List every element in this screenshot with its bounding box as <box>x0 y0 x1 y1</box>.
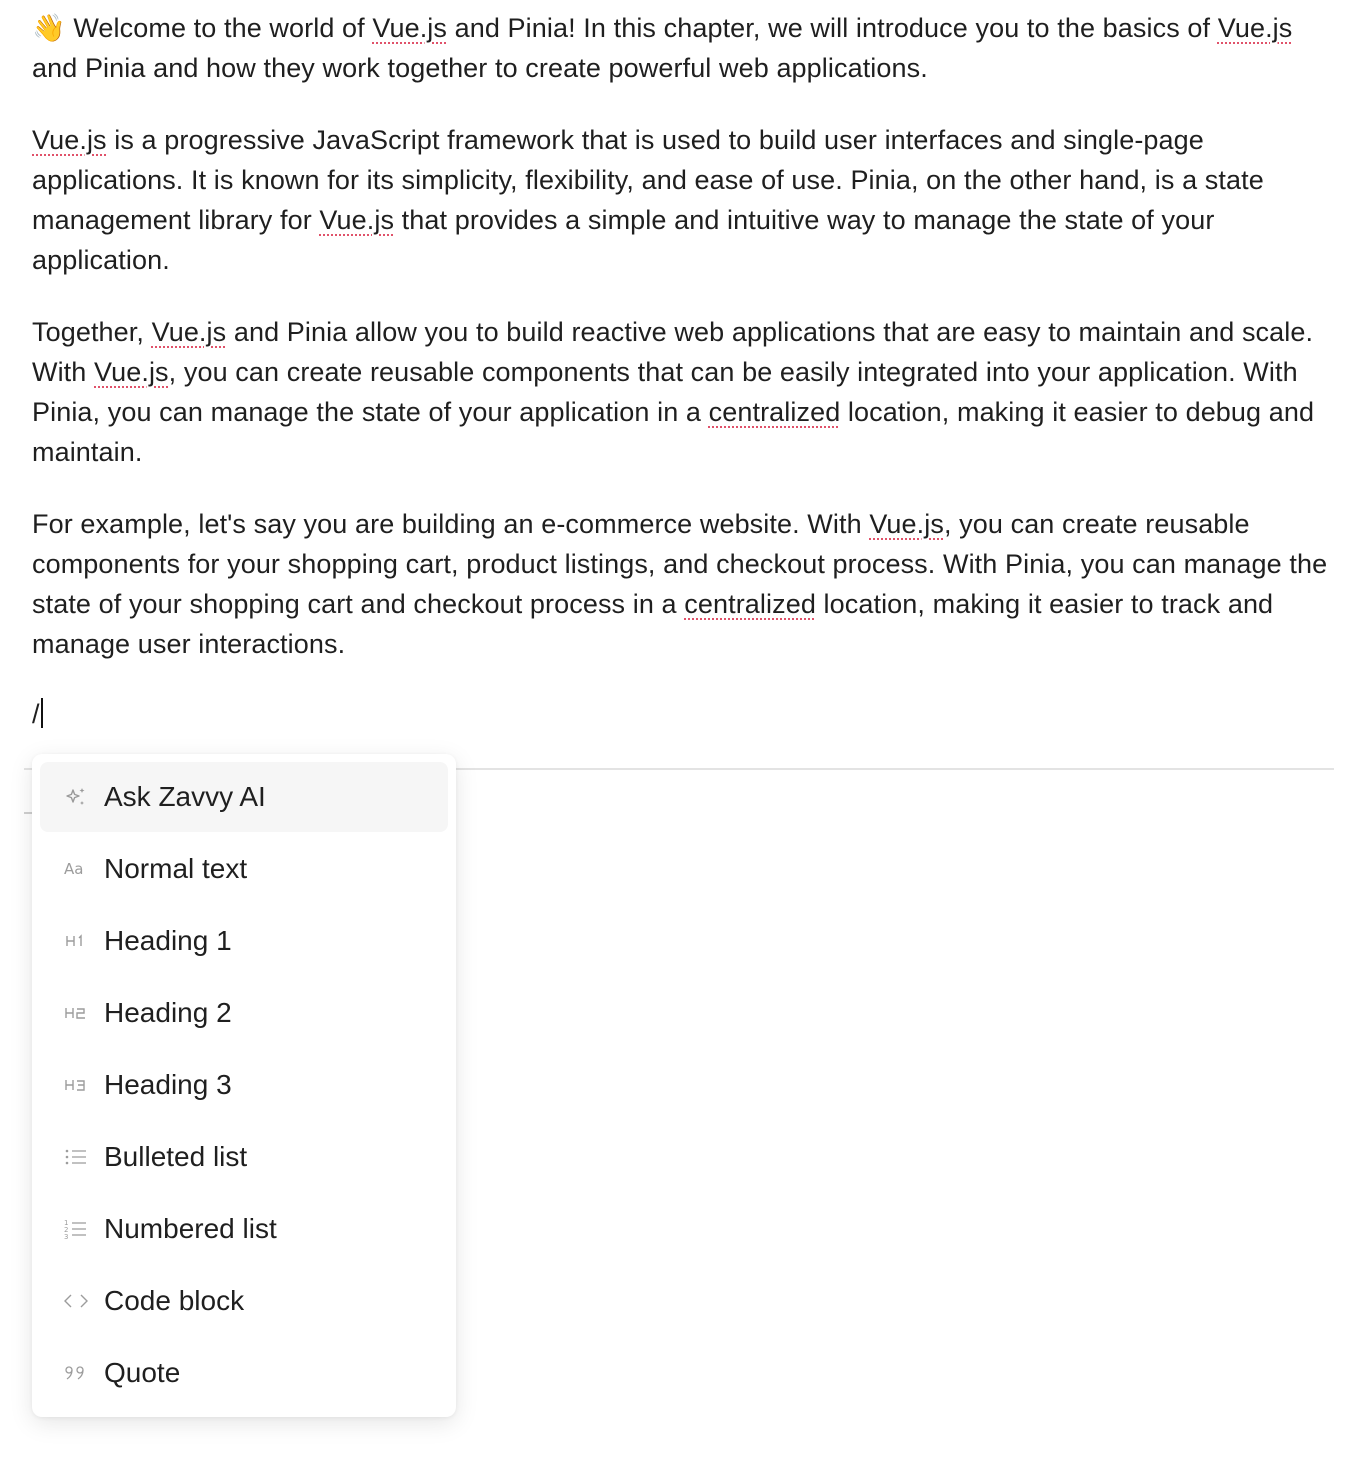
paragraph-text: and Pinia and how they work together to … <box>32 53 928 83</box>
misspelled-word[interactable]: centralized <box>684 589 816 619</box>
paragraph-text: For example, let's say you are building … <box>32 509 870 539</box>
menu-item-label: Ask Zavvy AI <box>104 781 266 812</box>
text-caret <box>40 698 43 728</box>
heading-2-icon <box>60 997 92 1029</box>
misspelled-word[interactable]: centralized <box>709 397 841 427</box>
text-icon: Aa <box>60 853 92 885</box>
menu-item-quote[interactable]: Quote <box>40 1338 448 1408</box>
slash-command-input[interactable]: / <box>32 694 43 734</box>
bulleted-list-icon <box>60 1141 92 1173</box>
menu-item-bulleted-list[interactable]: Bulleted list <box>40 1122 448 1192</box>
menu-item-numbered-list[interactable]: 1 2 3 Numbered list <box>40 1194 448 1264</box>
paragraph[interactable]: 👋 Welcome to the world of Vue.js and Pin… <box>32 8 1332 88</box>
menu-item-label: Quote <box>104 1357 181 1388</box>
paragraph-text: Together, <box>32 317 152 347</box>
heading-1-icon <box>60 925 92 957</box>
misspelled-word[interactable]: Vue.js <box>1218 13 1293 43</box>
menu-item-heading-1[interactable]: Heading 1 <box>40 906 448 976</box>
menu-item-label: Bulleted list <box>104 1141 248 1172</box>
menu-item-label: Code block <box>104 1285 245 1316</box>
menu-item-label: Numbered list <box>104 1213 277 1244</box>
slash-command-menu: Ask Zavvy AI Aa Normal text Heading 1 He… <box>32 754 456 1417</box>
misspelled-word[interactable]: Vue.js <box>32 125 107 155</box>
misspelled-word[interactable]: Vue.js <box>152 317 227 347</box>
misspelled-word[interactable]: Vue.js <box>319 205 394 235</box>
paragraph[interactable]: Together, Vue.js and Pinia allow you to … <box>32 312 1332 472</box>
svg-text:3: 3 <box>64 1233 68 1241</box>
menu-item-heading-3[interactable]: Heading 3 <box>40 1050 448 1120</box>
divider-tick <box>24 812 32 814</box>
menu-item-label: Heading 1 <box>104 925 232 956</box>
paragraph[interactable]: Vue.js is a progressive JavaScript frame… <box>32 120 1332 280</box>
code-icon <box>60 1285 92 1317</box>
numbered-list-icon: 1 2 3 <box>60 1213 92 1245</box>
heading-3-icon <box>60 1069 92 1101</box>
menu-item-normal-text[interactable]: Aa Normal text <box>40 834 448 904</box>
document-editor[interactable]: 👋 Welcome to the world of Vue.js and Pin… <box>32 8 1332 696</box>
sparkle-icon <box>60 781 92 813</box>
slash-character: / <box>32 699 40 729</box>
menu-item-ask-ai[interactable]: Ask Zavvy AI <box>40 762 448 832</box>
misspelled-word[interactable]: Vue.js <box>94 357 169 387</box>
misspelled-word[interactable]: Vue.js <box>869 509 944 539</box>
menu-item-label: Normal text <box>104 853 248 884</box>
quote-icon <box>60 1357 92 1389</box>
menu-item-heading-2[interactable]: Heading 2 <box>40 978 448 1048</box>
paragraph-text: 👋 Welcome to the world of <box>32 13 373 43</box>
menu-item-label: Heading 2 <box>104 997 232 1028</box>
menu-item-label: Heading 3 <box>104 1069 232 1100</box>
paragraph[interactable]: For example, let's say you are building … <box>32 504 1332 664</box>
misspelled-word[interactable]: Vue.js <box>372 13 447 43</box>
paragraph-text: and Pinia! In this chapter, we will intr… <box>447 13 1218 43</box>
menu-item-code-block[interactable]: Code block <box>40 1266 448 1336</box>
svg-text:Aa: Aa <box>64 860 83 878</box>
